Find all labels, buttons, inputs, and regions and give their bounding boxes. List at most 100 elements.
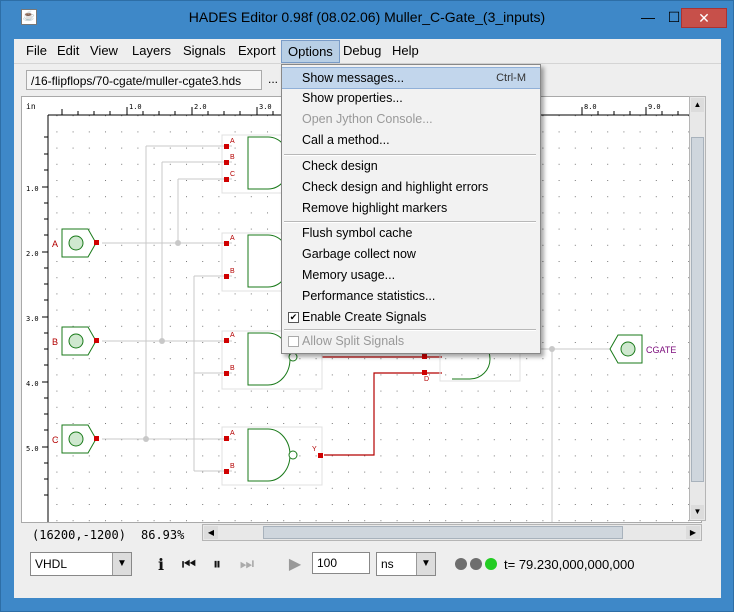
menu-options[interactable]: Options [281, 40, 340, 63]
ruler-vtick-label: 5.0 [26, 445, 39, 453]
menu-item-show-messages[interactable]: Show messages... Ctrl-M [282, 67, 540, 89]
ruler-unit-label: in [26, 102, 36, 111]
time-unit-value: ns [381, 557, 394, 571]
status-led-1 [455, 558, 467, 570]
pin-label: D [424, 376, 429, 383]
pin-label: A [230, 332, 235, 339]
path-more-label[interactable]: ... [268, 72, 278, 86]
left-ruler [22, 97, 48, 522]
pin-label: B [230, 268, 235, 275]
menu-item-label: Performance statistics... [302, 289, 436, 303]
cursor-coordinates: (16200,-1200) [32, 528, 126, 542]
pin-label: B [230, 463, 235, 470]
checkbox-checked-icon[interactable]: ✔ [288, 312, 299, 323]
menu-view[interactable]: View [84, 43, 124, 58]
menu-item-allow-split-signals: Allow Split Signals [282, 331, 540, 351]
scroll-right-icon[interactable]: ▶ [686, 526, 700, 539]
time-unit-select[interactable]: ns ▼ [376, 552, 436, 576]
menu-item-label: Enable Create Signals [302, 310, 427, 324]
language-select[interactable]: VHDL ▼ [30, 552, 132, 576]
menu-item-label: Flush symbol cache [302, 226, 413, 240]
ruler-tick-label: 9.0 [648, 103, 661, 111]
title-bar: ☕ HADES Editor 0.98f (08.02.06) Muller_C… [1, 1, 733, 31]
pin-label: A [230, 235, 235, 242]
ruler-vtick-label: 1.0 [26, 185, 39, 193]
menu-item-call-method[interactable]: Call a method... [282, 130, 540, 150]
horizontal-scrollbar[interactable]: ◀ ▶ [202, 524, 702, 541]
scroll-up-icon[interactable]: ▲ [691, 98, 704, 112]
menu-item-enable-create-signals[interactable]: ✔ Enable Create Signals [282, 307, 540, 327]
status-led-3 [485, 558, 497, 570]
chevron-down-icon[interactable]: ▼ [416, 553, 435, 575]
chevron-down-icon[interactable]: ▼ [112, 553, 131, 575]
pin-label: Y [312, 446, 317, 453]
menu-layers[interactable]: Layers [126, 43, 177, 58]
menu-item-label: Open Jython Console... [302, 112, 433, 126]
menu-item-garbage-collect[interactable]: Garbage collect now [282, 244, 540, 264]
checkbox-disabled-icon [288, 336, 299, 347]
pin-label: A [230, 138, 235, 145]
menu-file[interactable]: File [20, 43, 53, 58]
ruler-tick-label: 3.0 [259, 103, 272, 111]
output-label: CGATE [646, 345, 676, 355]
language-value: VHDL [35, 557, 68, 571]
zoom-level: 86.93% [141, 528, 185, 542]
menu-item-label: Allow Split Signals [302, 334, 405, 348]
menu-item-label: Show properties... [302, 91, 403, 105]
menu-item-remove-highlight[interactable]: Remove highlight markers [282, 198, 540, 218]
design-path-field[interactable]: /16-flipflops/70-cgate/muller-cgate3.hds [26, 70, 262, 90]
vertical-scrollbar[interactable]: ▲ ▼ [689, 96, 706, 521]
app-window: ☕ HADES Editor 0.98f (08.02.06) Muller_C… [0, 0, 734, 612]
menu-help[interactable]: Help [386, 43, 425, 58]
menu-bar: File Edit View Layers Signals Export Opt… [14, 39, 721, 64]
pin-label: B [230, 365, 235, 372]
info-icon[interactable]: i [150, 552, 172, 578]
ruler-vtick-label: 2.0 [26, 250, 39, 258]
window-title: HADES Editor 0.98f (08.02.06) Muller_C-G… [188, 9, 546, 25]
ruler-tick-label: 8.0 [584, 103, 597, 111]
simulation-time: t= 79.230,000,000,000 [504, 557, 635, 572]
input-label-a: A [52, 239, 58, 249]
menu-item-label: Check design [302, 159, 378, 173]
menu-item-flush-symbol-cache[interactable]: Flush symbol cache [282, 223, 540, 243]
menu-item-show-properties[interactable]: Show properties... [282, 88, 540, 108]
ruler-vtick-label: 4.0 [26, 380, 39, 388]
ruler-vtick-label: 3.0 [26, 315, 39, 323]
menu-item-label: Memory usage... [302, 268, 396, 282]
menu-item-check-design[interactable]: Check design [282, 156, 540, 176]
simulation-toolbar: VHDL ▼ i ⏮ ⏸ ⏭ ▶ 100 ns ▼ t= 79.230,000,… [14, 547, 721, 587]
menu-item-label: Garbage collect now [302, 247, 416, 261]
options-menu-dropdown: Show messages... Ctrl-M Show properties.… [281, 64, 541, 354]
play-icon[interactable]: ▶ [284, 552, 306, 578]
menu-item-performance-statistics[interactable]: Performance statistics... [282, 286, 540, 306]
menu-edit[interactable]: Edit [51, 43, 85, 58]
time-step-field[interactable]: 100 [312, 552, 370, 574]
menu-item-label: Check design and highlight errors [302, 180, 489, 194]
status-led-2 [470, 558, 482, 570]
menu-debug[interactable]: Debug [337, 43, 387, 58]
menu-item-label: Show messages... [302, 71, 405, 85]
ruler-tick-label: 2.0 [194, 103, 207, 111]
ruler-tick-label: 1.0 [129, 103, 142, 111]
menu-item-label: Remove highlight markers [302, 201, 448, 215]
menu-export[interactable]: Export [232, 43, 282, 58]
pause-icon[interactable]: ⏸ [206, 552, 228, 578]
horizontal-scroll-thumb[interactable] [263, 526, 623, 539]
scroll-left-icon[interactable]: ◀ [204, 526, 218, 539]
menu-item-check-design-highlight[interactable]: Check design and highlight errors [282, 177, 540, 197]
input-label-b: B [52, 337, 58, 347]
vertical-scroll-thumb[interactable] [691, 137, 704, 482]
pin-label: A [230, 430, 235, 437]
menu-item-open-jython-console: Open Jython Console... [282, 109, 540, 129]
menu-item-memory-usage[interactable]: Memory usage... [282, 265, 540, 285]
input-label-c: C [52, 435, 59, 445]
menu-signals[interactable]: Signals [177, 43, 232, 58]
scroll-down-icon[interactable]: ▼ [691, 505, 704, 519]
pin-label: C [230, 171, 235, 178]
minimize-button[interactable]: — [635, 8, 661, 26]
close-button[interactable]: ✕ [681, 8, 727, 28]
pin-label: B [230, 154, 235, 161]
menu-item-accelerator: Ctrl-M [496, 72, 526, 84]
rewind-icon[interactable]: ⏮ [178, 552, 200, 578]
fast-forward-icon[interactable]: ⏭ [236, 552, 258, 578]
